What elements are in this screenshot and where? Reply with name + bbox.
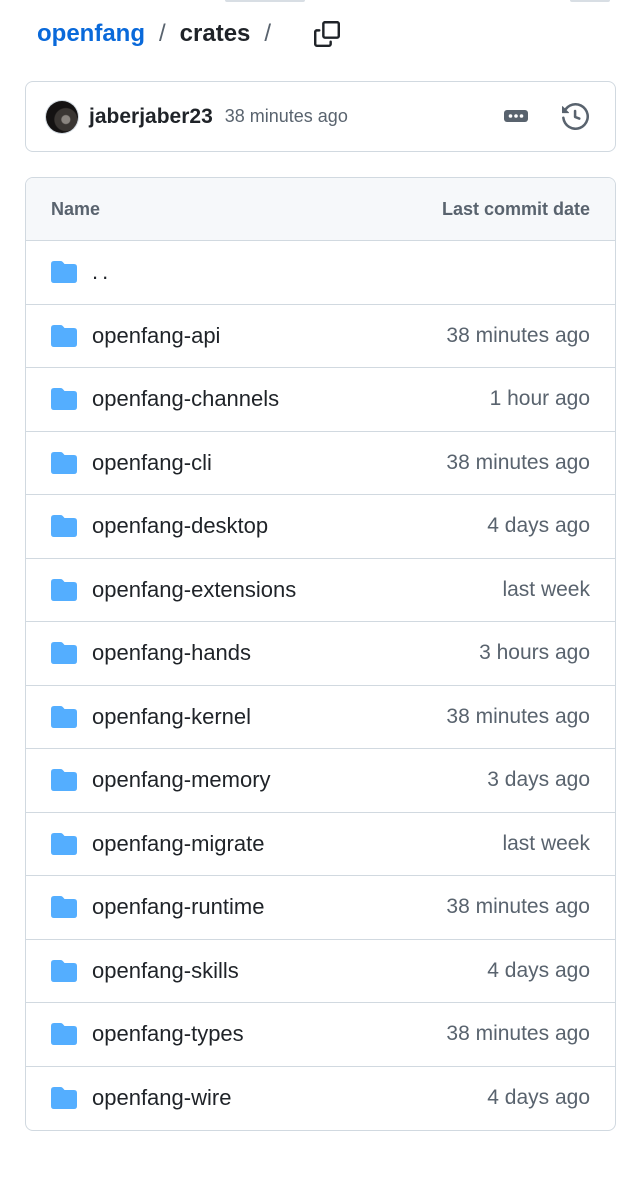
directory-link[interactable]: openfang-extensions — [92, 577, 502, 603]
table-row[interactable]: openfang-runtime 38 minutes ago — [26, 876, 615, 940]
folder-icon — [51, 705, 77, 728]
directory-link[interactable]: openfang-kernel — [92, 704, 446, 730]
table-row[interactable]: openfang-migrate last week — [26, 813, 615, 876]
last-commit-date: 3 hours ago — [479, 641, 590, 665]
table-row[interactable]: openfang-wire 4 days ago — [26, 1067, 615, 1131]
parent-directory-link[interactable]: .. — [92, 259, 590, 285]
directory-link[interactable]: openfang-migrate — [92, 831, 502, 857]
last-commit-date: 38 minutes ago — [446, 323, 590, 347]
parent-directory-row[interactable]: .. — [26, 241, 615, 305]
folder-icon — [51, 769, 77, 792]
folder-icon — [51, 578, 77, 601]
table-row[interactable]: openfang-api 38 minutes ago — [26, 305, 615, 368]
directory-link[interactable]: openfang-memory — [92, 767, 487, 793]
table-row[interactable]: openfang-hands 3 hours ago — [26, 622, 615, 686]
last-commit-date: 38 minutes ago — [446, 450, 590, 474]
clipped-element — [225, 0, 305, 2]
column-header-date: Last commit date — [441, 198, 590, 219]
file-table: Name Last commit date .. openfang-api 38 … — [25, 177, 616, 1131]
column-header-name: Name — [51, 198, 101, 219]
breadcrumb-current: crates — [179, 20, 251, 47]
table-row[interactable]: openfang-channels 1 hour ago — [26, 368, 615, 432]
commit-author[interactable]: jaberjaber23 — [89, 105, 213, 129]
top-edge-slivers — [0, 0, 641, 3]
folder-icon — [51, 959, 77, 982]
clipped-element — [570, 0, 610, 2]
history-icon — [561, 102, 589, 130]
last-commit-date: last week — [502, 577, 590, 601]
folder-icon — [51, 515, 77, 538]
directory-link[interactable]: openfang-desktop — [92, 513, 487, 539]
history-button[interactable] — [561, 102, 589, 130]
table-row[interactable]: openfang-extensions last week — [26, 559, 615, 622]
folder-icon — [51, 1087, 77, 1110]
last-commit-date: last week — [502, 831, 590, 855]
avatar[interactable] — [46, 100, 78, 133]
breadcrumb-separator: / — [159, 20, 166, 47]
last-commit-date: 38 minutes ago — [446, 1022, 590, 1046]
folder-icon — [51, 832, 77, 855]
last-commit-date: 1 hour ago — [489, 387, 590, 411]
last-commit-date: 38 minutes ago — [446, 895, 590, 919]
table-row[interactable]: openfang-skills 4 days ago — [26, 940, 615, 1003]
last-commit-date: 4 days ago — [487, 1086, 590, 1110]
table-header: Name Last commit date — [26, 178, 615, 241]
table-row[interactable]: openfang-types 38 minutes ago — [26, 1003, 615, 1067]
folder-icon — [51, 324, 77, 347]
directory-link[interactable]: openfang-wire — [92, 1085, 487, 1111]
last-commit-date: 38 minutes ago — [446, 704, 590, 728]
copy-path-button[interactable] — [309, 16, 345, 52]
breadcrumb: openfang / crates / — [37, 14, 345, 54]
table-row[interactable]: openfang-desktop 4 days ago — [26, 495, 615, 559]
last-commit-date: 3 days ago — [487, 768, 590, 792]
folder-icon — [51, 261, 77, 284]
directory-link[interactable]: openfang-skills — [92, 958, 487, 984]
ellipsis-icon — [504, 110, 528, 122]
directory-link[interactable]: openfang-cli — [92, 450, 446, 476]
breadcrumb-repo-link[interactable]: openfang — [37, 20, 145, 48]
folder-icon — [51, 642, 77, 665]
folder-icon — [51, 1023, 77, 1046]
folder-icon — [51, 388, 77, 411]
folder-icon — [51, 896, 77, 919]
table-row[interactable]: openfang-memory 3 days ago — [26, 749, 615, 813]
folder-icon — [51, 451, 77, 474]
breadcrumb-separator: / — [264, 20, 272, 47]
file-list: .. openfang-api 38 minutes ago openfang-ch… — [26, 241, 615, 1130]
last-commit-date: 4 days ago — [487, 958, 590, 982]
directory-link[interactable]: openfang-types — [92, 1021, 446, 1047]
latest-commit-box: jaberjaber23 38 minutes ago — [25, 81, 616, 152]
commit-message-toggle-button[interactable] — [502, 104, 530, 128]
table-row[interactable]: openfang-kernel 38 minutes ago — [26, 686, 615, 749]
last-commit-date: 4 days ago — [487, 514, 590, 538]
table-row[interactable]: openfang-cli 38 minutes ago — [26, 432, 615, 495]
commit-time: 38 minutes ago — [224, 106, 348, 126]
directory-link[interactable]: openfang-runtime — [92, 894, 446, 920]
directory-link[interactable]: openfang-api — [92, 323, 446, 349]
copy-icon — [314, 21, 341, 47]
directory-link[interactable]: openfang-channels — [92, 386, 490, 412]
directory-link[interactable]: openfang-hands — [92, 640, 479, 666]
